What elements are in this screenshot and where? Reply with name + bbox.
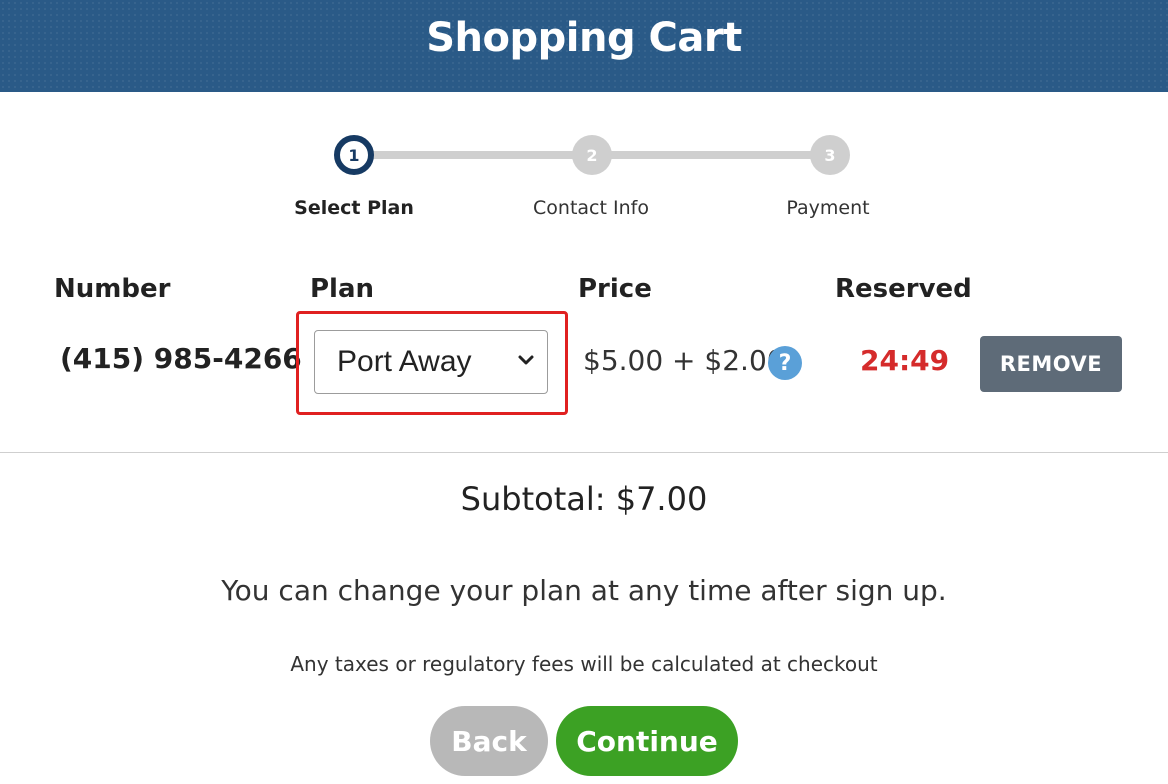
step-2-label: Contact Info (533, 197, 649, 219)
subtotal-text: Subtotal: $7.00 (460, 480, 708, 518)
step-connector (590, 151, 830, 159)
plan-change-note: You can change your plan at any time aft… (221, 574, 947, 607)
step-3-label: Payment (786, 197, 870, 219)
step-1-label: Select Plan (294, 197, 414, 219)
step-3-number: 3 (824, 145, 836, 165)
phone-number: (415) 985-4266 (60, 342, 302, 375)
step-connector (370, 151, 590, 159)
step-1-indicator: 1 (334, 135, 374, 175)
step-1-number: 1 (348, 145, 360, 165)
back-button[interactable]: Back (430, 706, 548, 776)
help-glyph: ? (778, 350, 792, 376)
plan-select-value: Port Away (337, 345, 472, 378)
step-2-number: 2 (586, 145, 598, 165)
reservation-timer: 24:49 (860, 344, 950, 377)
page-title: Shopping Cart (426, 15, 742, 61)
section-divider (0, 452, 1168, 453)
tax-fine-print: Any taxes or regulatory fees will be cal… (290, 652, 878, 676)
step-2-indicator: 2 (572, 135, 612, 175)
question-circle-icon[interactable]: ? (768, 346, 802, 380)
price-text: $5.00 + $2.00 (583, 344, 785, 377)
page-header: Shopping Cart (0, 0, 1168, 92)
column-header-price: Price (578, 274, 652, 304)
plan-select[interactable]: Port Away (314, 330, 548, 394)
continue-button[interactable]: Continue (556, 706, 738, 776)
column-header-plan: Plan (310, 274, 375, 304)
column-header-reserved: Reserved (835, 274, 972, 304)
step-3-indicator: 3 (810, 135, 850, 175)
column-header-number: Number (54, 274, 171, 304)
chevron-down-icon (518, 355, 534, 365)
remove-button[interactable]: REMOVE (980, 336, 1122, 392)
